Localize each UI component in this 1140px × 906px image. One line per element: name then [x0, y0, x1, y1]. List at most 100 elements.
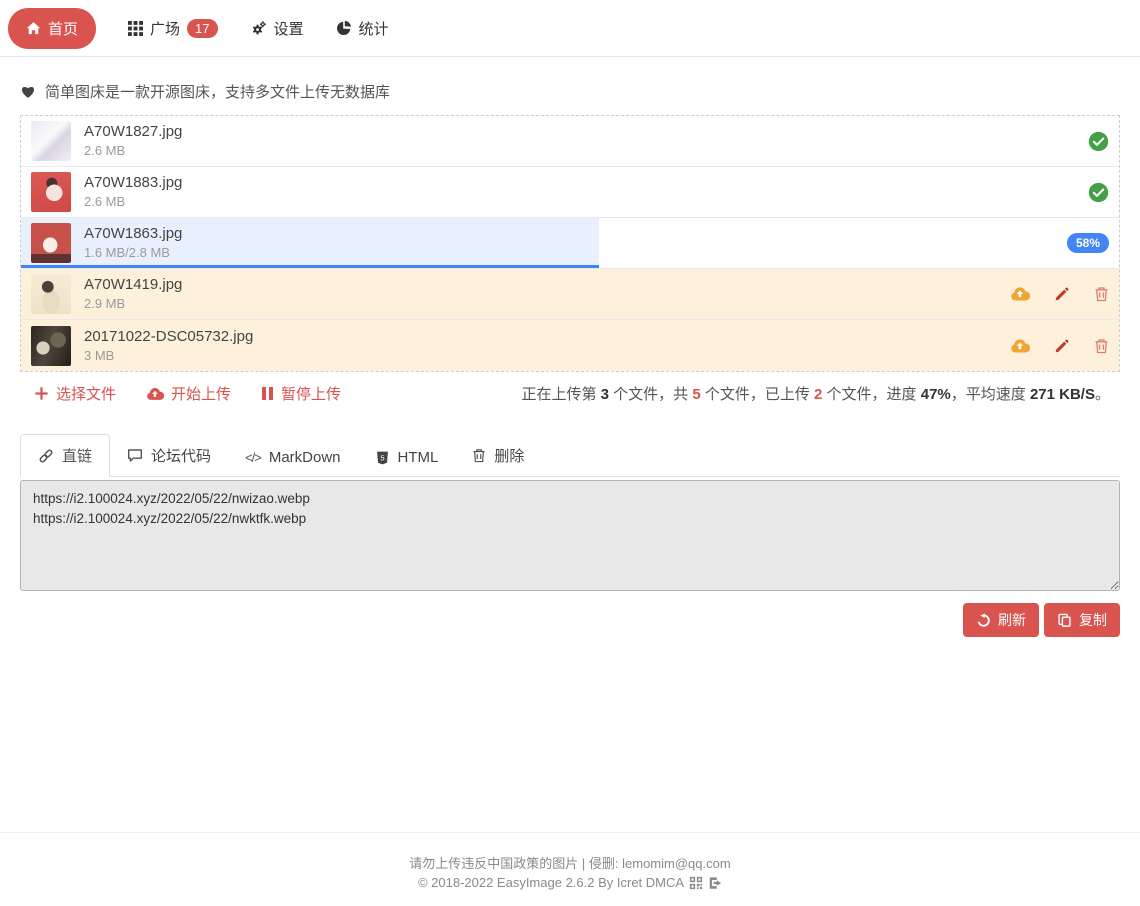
status-segment: ，平均速度 [951, 386, 1030, 403]
nav-home-label: 首页 [48, 18, 78, 39]
nav-settings-label: 设置 [274, 18, 304, 39]
file-size: 1.6 MB/2.8 MB [84, 245, 182, 261]
start-upload-label: 开始上传 [171, 383, 231, 404]
status-average-speed: 271 KB/S [1030, 386, 1095, 403]
file-row-4: A70W1419.jpg 2.9 MB [21, 269, 1119, 320]
gears-icon [250, 20, 267, 37]
qr-code-icon[interactable] [689, 876, 703, 890]
cloud-upload-icon [146, 386, 164, 402]
check-circle-icon [1088, 182, 1109, 203]
svg-text:5: 5 [380, 453, 384, 462]
status-segment: 个文件，已上传 [701, 386, 814, 403]
refresh-icon [976, 613, 991, 628]
nav-stats-label: 统计 [359, 18, 389, 39]
html5-icon: 5 [375, 450, 390, 466]
direct-link-urls-textarea[interactable]: https://i2.100024.xyz/2022/05/22/nwizao.… [20, 480, 1120, 591]
home-icon [26, 21, 41, 36]
file-row-3-uploading: A70W1863.jpg 1.6 MB/2.8 MB 58% [21, 218, 1119, 269]
plus-icon [34, 386, 49, 401]
output-buttons: 刷新 复制 [20, 603, 1120, 637]
refresh-button[interactable]: 刷新 [963, 603, 1039, 637]
nav-plaza-label: 广场 [150, 18, 180, 39]
file-row-5: 20171022-DSC05732.jpg 3 MB [21, 320, 1119, 371]
file-size: 2.6 MB [84, 194, 182, 210]
tab-direct-link-label: 直链 [62, 445, 92, 466]
refresh-label: 刷新 [998, 610, 1026, 630]
copy-button[interactable]: 复制 [1044, 603, 1120, 637]
file-name: A70W1883.jpg [84, 174, 182, 192]
footer: 请勿上传违反中国政策的图片 | 侵删: lemomim@qq.com © 201… [0, 832, 1140, 906]
link-icon [38, 448, 54, 464]
status-current-file-number: 3 [601, 386, 609, 403]
nav-plaza[interactable]: 广场 17 [128, 18, 217, 39]
nav-home-button[interactable]: 首页 [8, 8, 96, 49]
upload-status-text: 正在上传第 3 个文件，共 5 个文件，已上传 2 个文件，进度 47%，平均速… [522, 383, 1111, 404]
file-thumbnail [31, 121, 71, 161]
tab-markdown-label: MarkDown [269, 449, 341, 466]
file-name: 20171022-DSC05732.jpg [84, 328, 253, 346]
file-name: A70W1827.jpg [84, 123, 182, 141]
copy-label: 复制 [1079, 610, 1107, 630]
status-total-files: 5 [692, 386, 700, 403]
file-name: A70W1863.jpg [84, 225, 182, 243]
pause-icon [261, 386, 274, 401]
edit-pencil-icon[interactable] [1054, 286, 1070, 302]
heart-icon [20, 84, 36, 99]
footer-policy-line: 请勿上传违反中国政策的图片 | 侵删: lemomim@qq.com [0, 854, 1140, 873]
file-row-2: A70W1883.jpg 2.6 MB [21, 167, 1119, 218]
tab-direct-link[interactable]: 直链 [20, 434, 110, 477]
tab-forum-code[interactable]: 论坛代码 [110, 435, 228, 476]
tab-delete[interactable]: 删除 [455, 435, 541, 476]
edit-pencil-icon[interactable] [1054, 338, 1070, 354]
trash-icon [472, 448, 486, 463]
file-size: 3 MB [84, 348, 253, 364]
copy-icon [1057, 613, 1072, 628]
file-thumbnail [31, 326, 71, 366]
footer-copyright-line: © 2018-2022 EasyImage 2.6.2 By Icret DMC… [0, 873, 1140, 892]
delete-trash-icon[interactable] [1094, 286, 1109, 302]
grid-icon [128, 21, 143, 36]
start-upload-button[interactable]: 开始上传 [146, 383, 231, 404]
navbar: 首页 广场 17 设置 [0, 0, 1140, 57]
file-row-1: A70W1827.jpg 2.6 MB [21, 116, 1119, 167]
tab-delete-label: 删除 [494, 445, 524, 466]
upload-file-list: A70W1827.jpg 2.6 MB A70W1883.jpg 2.6 MB [20, 115, 1120, 372]
pause-upload-label: 暂停上传 [281, 383, 341, 404]
upload-action-bar: 选择文件 开始上传 暂停上传 正在上传第 3 个文件，共 5 个文件，已上传 2… [20, 372, 1120, 412]
tab-html[interactable]: 5 HTML [358, 439, 456, 476]
main-content: 简单图床是一款开源图床，支持多文件上传无数据库 A70W1827.jpg 2.6… [0, 57, 1140, 637]
file-size: 2.6 MB [84, 143, 182, 159]
code-icon [245, 450, 261, 465]
plaza-count-badge: 17 [187, 19, 217, 38]
status-progress-percent: 47% [921, 386, 951, 403]
file-size: 2.9 MB [84, 296, 182, 312]
status-segment: 。 [1095, 386, 1110, 403]
upload-cloud-icon[interactable] [1010, 285, 1030, 303]
intro-line: 简单图床是一款开源图床，支持多文件上传无数据库 [20, 81, 1120, 102]
upload-cloud-icon[interactable] [1010, 337, 1030, 355]
sign-out-icon[interactable] [708, 876, 722, 890]
pie-chart-icon [336, 20, 352, 36]
tab-html-label: HTML [398, 449, 439, 466]
file-thumbnail [31, 274, 71, 314]
status-segment: 个文件，进度 [822, 386, 920, 403]
status-segment: 正在上传第 [522, 386, 601, 403]
footer-copyright-text: © 2018-2022 EasyImage 2.6.2 By Icret DMC… [418, 873, 684, 892]
select-files-button[interactable]: 选择文件 [34, 383, 116, 404]
speech-bubble-icon [127, 448, 143, 463]
nav-stats[interactable]: 统计 [336, 18, 389, 39]
file-thumbnail [31, 223, 71, 263]
tab-forum-code-label: 论坛代码 [151, 445, 211, 466]
intro-text: 简单图床是一款开源图床，支持多文件上传无数据库 [45, 81, 390, 102]
delete-trash-icon[interactable] [1094, 338, 1109, 354]
file-thumbnail [31, 172, 71, 212]
check-circle-icon [1088, 131, 1109, 152]
nav-settings[interactable]: 设置 [250, 18, 304, 39]
file-name: A70W1419.jpg [84, 276, 182, 294]
select-files-label: 选择文件 [56, 383, 116, 404]
tab-markdown[interactable]: MarkDown [228, 439, 357, 476]
upload-percent-badge: 58% [1067, 233, 1109, 253]
output-tabs: 直链 论坛代码 MarkDown 5 HTML 删除 [20, 434, 1120, 477]
pause-upload-button[interactable]: 暂停上传 [261, 383, 341, 404]
status-segment: 个文件，共 [609, 386, 692, 403]
